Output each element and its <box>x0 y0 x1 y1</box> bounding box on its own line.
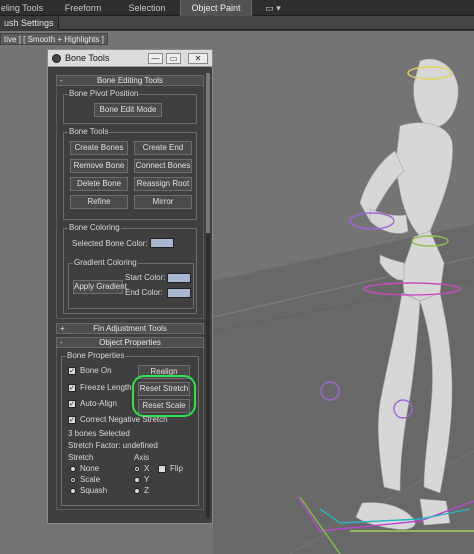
tab-object-paint[interactable]: Object Paint <box>180 0 252 16</box>
object-properties-body: Bone Properties ✓ Bone On Realign ✓ Free… <box>56 348 204 510</box>
collapse-icon: - <box>60 338 63 347</box>
bones-selected-text: 3 bones Selected <box>68 429 130 438</box>
rollout-title: Bone Editing Tools <box>96 76 164 85</box>
bone-edit-mode-button[interactable]: Bone Edit Mode <box>94 103 162 117</box>
stretch-squash-radio[interactable] <box>70 488 76 494</box>
minimize-button[interactable]: — <box>148 53 163 64</box>
tab-selection[interactable]: Selection <box>120 0 174 16</box>
stretch-none-label: None <box>80 464 100 473</box>
freeze-length-label: Freeze Length <box>80 383 132 392</box>
group-title: Bone Coloring <box>68 223 121 233</box>
green-highlight-annotation <box>132 375 196 417</box>
rollout-title: Object Properties <box>99 338 161 347</box>
ribbon-tab-bar: eling Tools Freeform Selection Object Pa… <box>0 0 474 16</box>
viewport-label-menu[interactable]: tive ] [ Smooth + Highlights ] <box>0 33 108 45</box>
ribbon-panel-row: ush Settings <box>0 16 474 30</box>
group-title: Bone Pivot Position <box>68 89 140 99</box>
bone-tools-panel: - Bone Editing Tools Bone Pivot Position… <box>56 73 204 518</box>
axis-group-label: Axis <box>134 453 150 462</box>
reassign-root-button[interactable]: Reassign Root <box>134 177 192 191</box>
scrollbar-thumb[interactable] <box>206 73 210 233</box>
app-icon <box>52 54 61 63</box>
bone-on-label: Bone On <box>80 366 112 375</box>
bone-editing-body: Bone Pivot Position Bone Edit Mode Bone … <box>56 86 204 319</box>
correct-negative-stretch-checkbox[interactable]: ✓ <box>68 416 76 424</box>
create-end-button[interactable]: Create End <box>134 141 192 155</box>
rollout-object-properties[interactable]: - Object Properties <box>56 337 204 348</box>
selected-bone-color-swatch[interactable] <box>150 238 174 248</box>
refine-button[interactable]: Refine <box>70 195 128 209</box>
stretch-scale-label: Scale <box>80 475 101 484</box>
bone-tools-window: Bone Tools — ▭ ✕ - Bone Editing Tools Bo… <box>47 49 213 524</box>
axis-z-label: Z <box>144 486 149 495</box>
remove-bone-button[interactable]: Remove Bone <box>70 159 128 173</box>
axis-y-label: Y <box>144 475 150 484</box>
group-title: Gradient Coloring <box>73 258 138 268</box>
stretch-scale-radio[interactable] <box>70 477 76 483</box>
collapse-icon: - <box>60 76 63 85</box>
group-title: Bone Tools <box>68 127 110 137</box>
flip-label: Flip <box>170 464 183 473</box>
rollout-title: Fin Adjustment Tools <box>93 324 167 333</box>
bone-on-checkbox[interactable]: ✓ <box>68 367 76 375</box>
axis-x-radio[interactable] <box>134 466 140 472</box>
mirror-button[interactable]: Mirror <box>134 195 192 209</box>
window-titlebar[interactable]: Bone Tools — ▭ ✕ <box>48 50 212 67</box>
window-title: Bone Tools <box>65 53 110 63</box>
stretch-none-radio[interactable] <box>70 466 76 472</box>
apply-gradient-button[interactable]: Apply Gradient <box>73 280 127 294</box>
correct-negative-stretch-label: Correct Negative Stretch <box>80 415 168 424</box>
group-bone-pivot-position: Bone Pivot Position Bone Edit Mode <box>63 89 197 124</box>
end-color-label: End Color: <box>125 288 163 297</box>
auto-align-checkbox[interactable]: ✓ <box>68 400 76 408</box>
flip-checkbox[interactable]: ✓ <box>158 465 166 473</box>
end-color-swatch[interactable] <box>167 288 191 298</box>
rollout-bone-editing-tools[interactable]: - Bone Editing Tools <box>56 75 204 86</box>
group-bone-tools: Bone Tools Create Bones Create End Remov… <box>63 127 197 220</box>
auto-align-label: Auto-Align <box>80 399 117 408</box>
start-color-label: Start Color: <box>125 273 166 282</box>
group-bone-properties: Bone Properties ✓ Bone On Realign ✓ Free… <box>61 351 199 506</box>
close-button[interactable]: ✕ <box>188 53 208 64</box>
freeze-length-checkbox[interactable]: ✓ <box>68 384 76 392</box>
stretch-factor-text: Stretch Factor: undefined <box>68 441 158 450</box>
tab-modeling-tools[interactable]: eling Tools <box>0 0 44 16</box>
ribbon-display-dropdown[interactable]: ▭ ▾ <box>258 0 288 16</box>
group-gradient-coloring: Gradient Coloring Apply Gradient Start C… <box>68 258 194 309</box>
brush-settings-button[interactable]: ush Settings <box>0 16 59 30</box>
expand-icon: + <box>60 324 65 333</box>
axis-y-radio[interactable] <box>134 477 140 483</box>
stretch-squash-label: Squash <box>80 486 108 495</box>
create-bones-button[interactable]: Create Bones <box>70 141 128 155</box>
panel-scrollbar[interactable] <box>206 73 210 518</box>
connect-bones-button[interactable]: Connect Bones <box>134 159 192 173</box>
axis-z-radio[interactable] <box>134 488 140 494</box>
group-title: Bone Properties <box>66 351 126 361</box>
start-color-swatch[interactable] <box>167 273 191 283</box>
stretch-group-label: Stretch <box>68 453 94 462</box>
tab-freeform[interactable]: Freeform <box>54 0 112 16</box>
group-bone-coloring: Bone Coloring Selected Bone Color: Gradi… <box>63 223 197 314</box>
axis-x-label: X <box>144 464 150 473</box>
selected-bone-color-label: Selected Bone Color: <box>72 239 148 248</box>
delete-bone-button[interactable]: Delete Bone <box>70 177 128 191</box>
restore-button[interactable]: ▭ <box>166 53 181 64</box>
rollout-fin-adjustment-tools[interactable]: + Fin Adjustment Tools <box>56 323 204 334</box>
